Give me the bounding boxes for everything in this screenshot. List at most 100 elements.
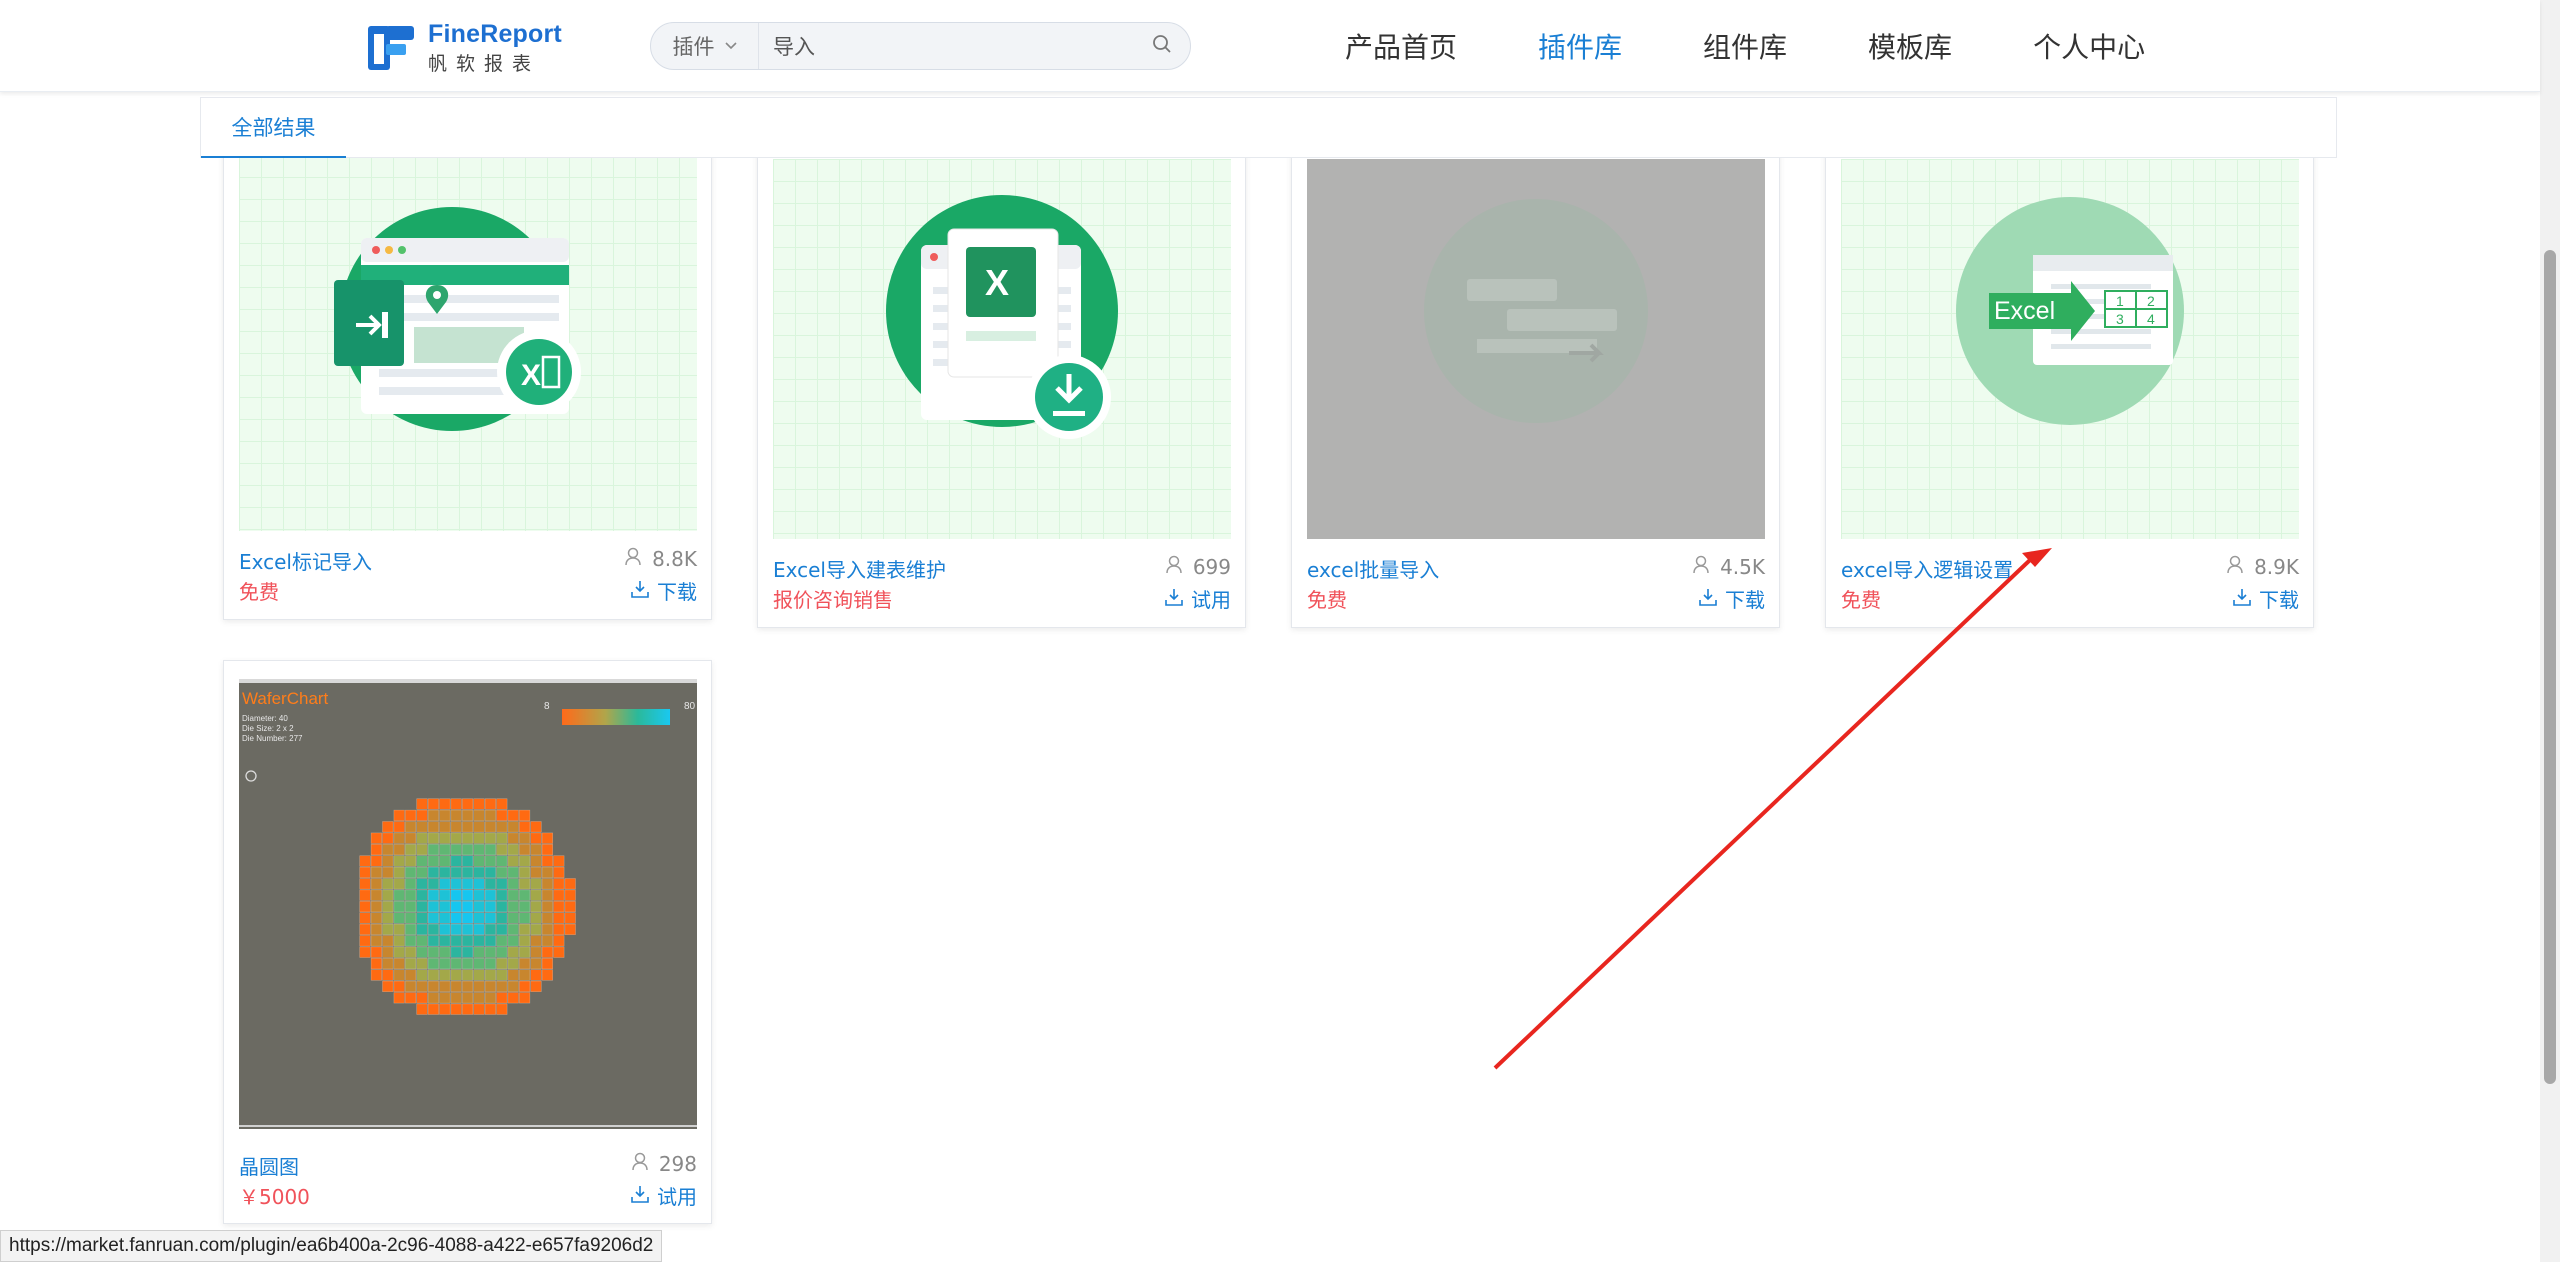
wafer-die	[462, 992, 474, 1004]
excel-badge-text: Excel	[1994, 297, 2055, 325]
wafer-die	[439, 901, 451, 913]
logo[interactable]: FineReport 帆软报表	[366, 20, 562, 76]
wafer-die	[541, 923, 553, 935]
wafer-die	[484, 958, 496, 970]
wafer-die	[450, 821, 462, 833]
wafer-die	[496, 809, 508, 821]
wafer-die	[439, 821, 451, 833]
wafer-die	[473, 809, 485, 821]
wafer-die	[439, 935, 451, 947]
download-icon	[631, 579, 649, 603]
wafer-die	[439, 1003, 451, 1015]
wafer-die	[450, 798, 462, 810]
wafer-die	[450, 866, 462, 878]
nav-product-home[interactable]: 产品首页	[1345, 26, 1457, 66]
wafer-die	[359, 901, 371, 913]
logo-text-en: FineReport	[428, 20, 562, 48]
plugin-name[interactable]: excel导入逻辑设置	[1841, 554, 2013, 583]
wafer-die	[382, 855, 394, 867]
plugin-thumbnail: WaferChart Diameter: 40 Die Size: 2 x 2 …	[239, 679, 697, 1129]
wafer-die	[507, 958, 519, 970]
wafer-die	[393, 946, 405, 958]
plugin-card-excel-batch-import[interactable]: excel批量导入 免费 4.5K 下载	[1291, 140, 1780, 628]
wafer-die	[359, 889, 371, 901]
wafer-die	[405, 821, 417, 833]
wafer-die	[462, 958, 474, 970]
wafer-die	[370, 946, 382, 958]
wafer-die	[473, 980, 485, 992]
wafer-die	[496, 935, 508, 947]
wafer-die	[427, 969, 439, 981]
wafer-die	[427, 889, 439, 901]
wafer-die	[450, 958, 462, 970]
nav-plugin-library[interactable]: 插件库	[1538, 26, 1622, 66]
plugin-card-excel-import-table-maintain[interactable]: X Excel导入建表维护 报价咨询销售 699 试用	[757, 140, 1246, 628]
wafer-die	[473, 1003, 485, 1015]
plugin-name[interactable]: Excel标记导入	[239, 546, 372, 575]
wafer-die	[473, 866, 485, 878]
page-scrollbar-thumb[interactable]	[2544, 250, 2556, 1084]
wafer-die	[393, 832, 405, 844]
wafer-die	[462, 809, 474, 821]
wafer-die	[427, 798, 439, 810]
nav-component-library[interactable]: 组件库	[1703, 26, 1787, 66]
wafer-die	[507, 901, 519, 913]
download-button[interactable]: 下载	[1699, 584, 1765, 613]
wafer-die	[393, 958, 405, 970]
tab-all-results[interactable]: 全部结果	[201, 98, 346, 158]
wafer-die	[484, 889, 496, 901]
wafer-die	[507, 923, 519, 935]
wafer-die	[382, 901, 394, 913]
wafer-die	[530, 935, 542, 947]
download-count: 8.8K	[624, 546, 697, 571]
wafer-die	[393, 992, 405, 1004]
wafer-die	[370, 878, 382, 890]
wafer-die	[519, 832, 531, 844]
plugin-name[interactable]: 晶圆图	[239, 1151, 299, 1180]
wafer-die	[359, 855, 371, 867]
wafer-die	[450, 1003, 462, 1015]
plugin-card-wafer-chart[interactable]: WaferChart Diameter: 40 Die Size: 2 x 2 …	[223, 660, 712, 1224]
nav-personal-center[interactable]: 个人中心	[2033, 26, 2145, 66]
wafer-die	[553, 866, 565, 878]
plugin-name[interactable]: Excel导入建表维护	[773, 554, 946, 583]
wafer-die	[462, 980, 474, 992]
search-type-select[interactable]: 插件	[651, 23, 759, 69]
wafer-die	[473, 844, 485, 856]
wafer-die	[519, 889, 531, 901]
wafer-die	[484, 935, 496, 947]
wafer-die	[473, 821, 485, 833]
wafer-die	[393, 901, 405, 913]
plugin-name[interactable]: excel批量导入	[1307, 554, 1439, 583]
wafer-die	[462, 923, 474, 935]
wafer-die	[484, 832, 496, 844]
plugin-card-excel-import-logic-setting[interactable]: Excel 1 2 3 4 excel导入逻辑设置 免费 8.9K 下载	[1825, 140, 2314, 628]
plugin-card-excel-mark-import[interactable]: X Excel标记导入 免费 8.8K 下载	[223, 140, 712, 620]
trial-button[interactable]: 试用	[1165, 584, 1231, 613]
wafer-die	[416, 809, 428, 821]
download-button[interactable]: 下载	[2233, 584, 2299, 613]
wafer-die	[496, 912, 508, 924]
wafer-die	[541, 912, 553, 924]
wafer-die	[541, 958, 553, 970]
wafer-die	[450, 969, 462, 981]
plugin-thumbnail	[1307, 159, 1765, 539]
wafer-die	[416, 912, 428, 924]
wafer-die	[439, 946, 451, 958]
wafer-die	[519, 992, 531, 1004]
wafer-die	[519, 821, 531, 833]
wafer-die	[484, 912, 496, 924]
wafer-die	[473, 855, 485, 867]
wafer-die	[393, 969, 405, 981]
download-button-label: 下载	[2259, 588, 2299, 612]
chevron-down-icon	[724, 38, 737, 54]
search-input[interactable]	[759, 23, 1134, 69]
trial-button[interactable]: 试用	[631, 1181, 697, 1210]
wafer-die	[382, 878, 394, 890]
wafer-die	[462, 889, 474, 901]
search-button[interactable]	[1134, 23, 1190, 69]
wafer-die	[530, 878, 542, 890]
finereport-logo-icon	[366, 22, 418, 74]
download-button[interactable]: 下载	[631, 576, 697, 605]
nav-template-library[interactable]: 模板库	[1868, 26, 1952, 66]
